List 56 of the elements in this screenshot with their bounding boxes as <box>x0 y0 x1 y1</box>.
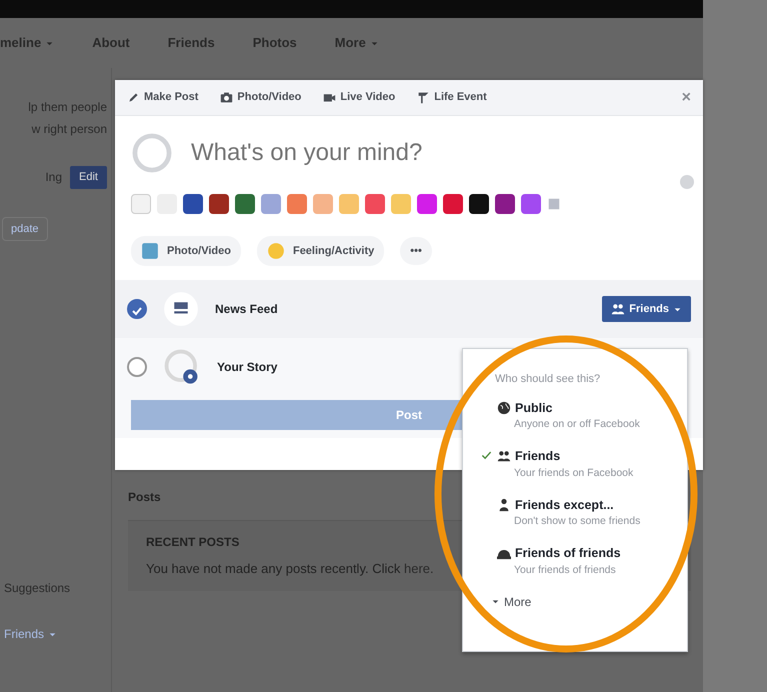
option-title: Friends except... <box>515 496 614 514</box>
panel-title: RECENT POSTS <box>146 535 240 549</box>
person-icon <box>497 498 511 512</box>
sidebar-label: Ing <box>45 169 62 186</box>
option-title: Public <box>515 400 553 416</box>
background-swatch[interactable] <box>209 194 229 214</box>
background-swatch[interactable] <box>313 194 333 214</box>
audience-button[interactable]: Friends <box>602 296 691 322</box>
background-swatch[interactable] <box>469 194 489 214</box>
destination-label: Your Story <box>217 359 278 376</box>
background-swatch[interactable] <box>391 194 411 214</box>
radio-check[interactable] <box>127 299 147 319</box>
news-feed-icon <box>163 291 199 327</box>
smiley-icon <box>266 242 285 260</box>
composer-tab[interactable]: Photo/Video <box>220 89 302 106</box>
composer-tab[interactable]: Life Event <box>417 89 487 106</box>
photo-icon <box>141 242 159 260</box>
destination-label: News Feed <box>215 301 278 318</box>
sidebar-text: lp them people <box>27 99 108 116</box>
sidebar-text: w right person <box>30 121 108 138</box>
option-description: Don't show to some friends <box>513 514 640 530</box>
option-description: Your friends on Facebook <box>513 466 634 481</box>
friends-icon <box>611 302 626 316</box>
background-swatch[interactable] <box>521 194 541 214</box>
option-description: Your friends of friends <box>513 562 617 578</box>
background-swatch[interactable] <box>183 194 203 214</box>
option-description: Anyone on or off Facebook <box>513 417 640 432</box>
flag-icon <box>417 91 430 104</box>
background-swatch[interactable] <box>495 194 515 214</box>
background-swatch[interactable] <box>287 194 307 214</box>
background-swatch[interactable] <box>365 194 385 214</box>
pencil-icon <box>127 91 140 104</box>
option-title: Friends <box>515 448 560 465</box>
background-swatch[interactable] <box>443 194 463 214</box>
background-swatch[interactable] <box>339 194 359 214</box>
section-heading: Posts <box>128 490 161 504</box>
background-swatch[interactable] <box>417 194 437 214</box>
composer-tab[interactable]: Live Video <box>323 89 396 106</box>
radio-check[interactable] <box>127 357 147 377</box>
camera-icon <box>220 91 234 104</box>
menu-heading: Who should see this? <box>495 372 600 387</box>
globe-icon <box>497 400 511 415</box>
composer-tab[interactable]: Make Post <box>127 89 198 106</box>
option-title: Friends of friends <box>515 545 621 562</box>
composer-action-button[interactable]: Photo/Video <box>131 236 241 266</box>
avatar-icon <box>131 132 173 174</box>
composer-action-button[interactable]: Feeling/Activity <box>256 236 384 266</box>
sidebar-label: Suggestions <box>3 580 72 597</box>
background-swatch[interactable] <box>261 194 281 214</box>
composer-action-button[interactable]: ••• <box>400 236 432 266</box>
panel-message: You have not made any posts recently. Click here. <box>146 560 435 578</box>
edit-button[interactable]: Edit <box>70 166 107 188</box>
check-icon <box>481 450 492 462</box>
background-swatch[interactable] <box>235 194 255 214</box>
friends-icon <box>497 449 511 464</box>
emoji-icon <box>679 174 695 190</box>
